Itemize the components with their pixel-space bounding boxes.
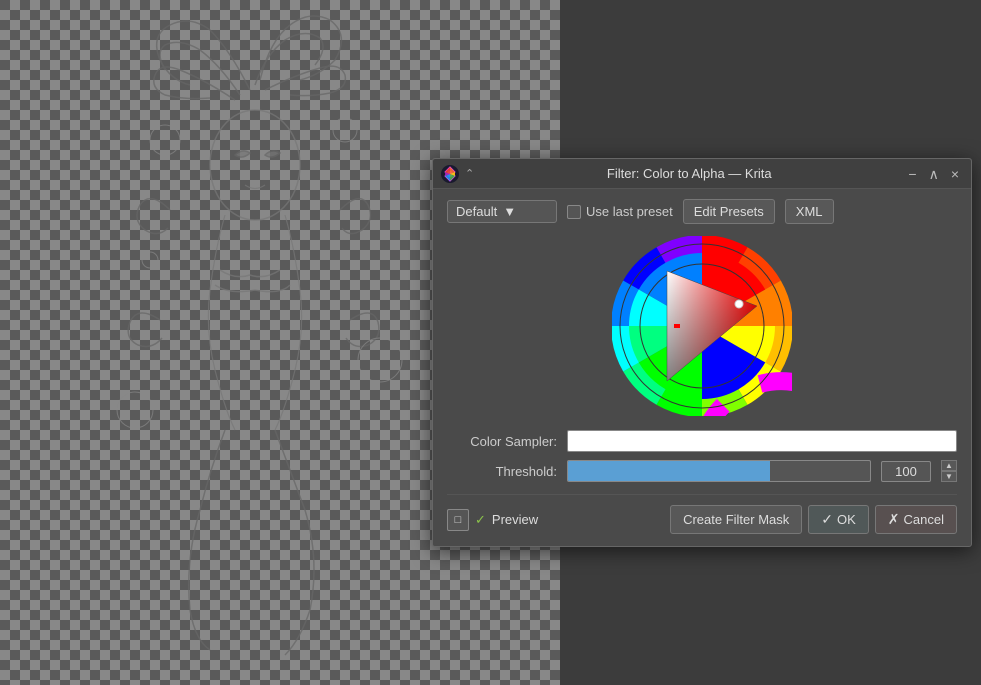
titlebar-left: ⌃	[441, 165, 474, 183]
top-controls: Default ▼ Use last preset Edit Presets X…	[447, 199, 957, 224]
color-wheel-svg[interactable]	[612, 236, 792, 416]
dialog-titlebar: ⌃ Filter: Color to Alpha — Krita − ∧ ×	[433, 159, 971, 189]
titlebar-controls: − ∧ ×	[904, 167, 963, 181]
threshold-slider[interactable]	[567, 460, 871, 482]
cancel-icon: ✗	[888, 511, 900, 528]
titlebar-arrows-icon[interactable]: ⌃	[465, 167, 474, 180]
use-last-preset-checkbox[interactable]	[567, 205, 581, 219]
threshold-label: Threshold:	[447, 464, 557, 479]
dialog-body: Default ▼ Use last preset Edit Presets X…	[433, 189, 971, 546]
ring-marker	[674, 324, 680, 328]
color-sampler-label: Color Sampler:	[447, 434, 557, 449]
close-button[interactable]: ×	[947, 167, 963, 181]
preview-icon-symbol: □	[455, 514, 462, 526]
preset-dropdown-label: Default	[456, 204, 497, 219]
cancel-button[interactable]: ✗ Cancel	[875, 505, 957, 534]
color-indicator[interactable]	[735, 300, 743, 308]
dialog-title: Filter: Color to Alpha — Krita	[474, 166, 904, 181]
preset-dropdown[interactable]: Default ▼	[447, 200, 557, 223]
threshold-value-input[interactable]: 100	[881, 461, 931, 482]
bottom-bar: □ ✓ Preview Create Filter Mask ✓ OK ✗ Ca…	[447, 494, 957, 534]
ok-label: OK	[837, 512, 856, 527]
cancel-label: Cancel	[904, 512, 944, 527]
preview-label[interactable]: Preview	[492, 512, 538, 527]
threshold-fill	[568, 461, 770, 481]
maximize-button[interactable]: ∧	[925, 167, 943, 181]
xml-button[interactable]: XML	[785, 199, 834, 224]
preview-area: □ ✓ Preview	[447, 509, 538, 531]
minimize-button[interactable]: −	[904, 167, 920, 181]
use-last-preset-text: Use last preset	[586, 204, 673, 219]
krita-logo-icon	[441, 165, 459, 183]
ok-button[interactable]: ✓ OK	[808, 505, 869, 534]
create-filter-mask-button[interactable]: Create Filter Mask	[670, 505, 802, 534]
preview-icon[interactable]: □	[447, 509, 469, 531]
color-sampler-bar[interactable]	[567, 430, 957, 452]
threshold-decrement-button[interactable]: ▼	[941, 471, 957, 482]
edit-presets-button[interactable]: Edit Presets	[683, 199, 775, 224]
threshold-spinner: ▲ ▼	[941, 460, 957, 482]
use-last-preset-label[interactable]: Use last preset	[567, 204, 673, 219]
ok-icon: ✓	[821, 511, 833, 528]
threshold-row: Threshold: 100 ▲ ▼	[447, 460, 957, 482]
threshold-increment-button[interactable]: ▲	[941, 460, 957, 471]
action-buttons: Create Filter Mask ✓ OK ✗ Cancel	[670, 505, 957, 534]
controls-grid: Color Sampler: Threshold: 100 ▲ ▼	[447, 430, 957, 482]
color-wheel-container	[447, 236, 957, 416]
filter-dialog: ⌃ Filter: Color to Alpha — Krita − ∧ × D…	[432, 158, 972, 547]
preview-check-icon: ✓	[475, 512, 486, 528]
dropdown-arrow-icon: ▼	[503, 204, 516, 219]
color-wheel-wrapper[interactable]	[612, 236, 792, 416]
color-sampler-row: Color Sampler:	[447, 430, 957, 452]
